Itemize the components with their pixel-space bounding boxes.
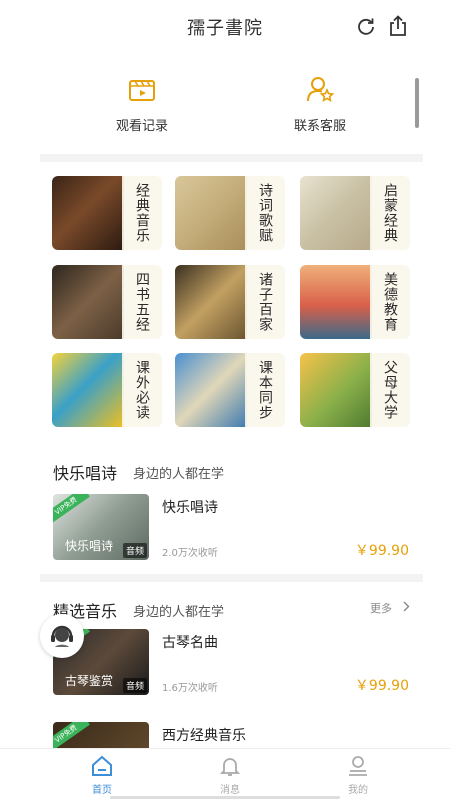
tab-messages[interactable]: 消息	[200, 753, 260, 796]
headset-icon	[51, 625, 73, 647]
category-image	[300, 176, 372, 250]
category-hundred-schools[interactable]: 诸子百家	[175, 265, 285, 339]
category-four-books[interactable]: 四书五经	[52, 265, 162, 339]
category-label: 父母大学	[382, 360, 398, 420]
home-icon	[72, 753, 132, 779]
category-label: 启蒙经典	[382, 183, 398, 243]
course-item[interactable]: VIP免费 西方经典音乐	[53, 722, 413, 748]
listen-count: 2.0万次收听	[162, 548, 218, 559]
course-price: ￥99.90	[354, 678, 409, 694]
category-virtue[interactable]: 美德教育	[300, 265, 410, 339]
chevron-right-icon	[403, 601, 409, 612]
course-title: 古琴名曲	[162, 635, 218, 651]
category-image	[300, 265, 372, 339]
category-grid: 经典音乐 诗词歌赋 启蒙经典 四书五经 诸子百家 美德教育 课外必读 课本同步 …	[52, 176, 410, 428]
category-enlightenment[interactable]: 启蒙经典	[300, 176, 410, 250]
course-thumbnail: VIP免费	[53, 722, 149, 748]
tab-home[interactable]: 首页	[72, 753, 132, 796]
thumbnail-title: 古琴鉴赏	[65, 674, 114, 688]
category-image	[175, 176, 247, 250]
tab-label: 我的	[348, 785, 368, 796]
more-link[interactable]: 更多	[370, 600, 410, 616]
category-extracurricular[interactable]: 课外必读	[52, 353, 162, 427]
category-label: 四书五经	[134, 272, 150, 332]
category-image	[52, 265, 124, 339]
bell-icon	[200, 753, 260, 779]
home-indicator[interactable]	[110, 796, 340, 799]
section-subtitle: 身边的人都在学	[133, 605, 225, 620]
customer-service-button[interactable]: 联系客服	[250, 74, 390, 134]
thumbnail-title: 快乐唱诗	[65, 539, 114, 553]
category-label: 课本同步	[257, 360, 273, 420]
course-price: ￥99.90	[354, 543, 409, 559]
watch-history-label: 观看记录	[115, 119, 168, 134]
category-textbook-sync[interactable]: 课本同步	[175, 353, 285, 427]
user-icon	[328, 753, 388, 779]
category-label: 美德教育	[382, 272, 398, 332]
app-title: 孺子書院	[187, 18, 263, 39]
category-image	[300, 353, 372, 427]
tab-label: 首页	[92, 785, 112, 796]
audio-tag: 音频	[122, 543, 147, 558]
category-image	[175, 265, 247, 339]
category-label: 课外必读	[134, 360, 150, 420]
refresh-icon[interactable]	[354, 14, 378, 38]
bottom-tab-bar: 首页 消息 我的	[0, 748, 450, 800]
category-image	[175, 353, 247, 427]
divider	[40, 574, 423, 582]
section-subtitle: 身边的人都在学	[133, 467, 225, 482]
tab-mine[interactable]: 我的	[328, 753, 388, 796]
watch-history-button[interactable]: 观看记录	[72, 74, 212, 134]
top-bar: 孺子書院	[0, 0, 450, 56]
category-label: 经典音乐	[134, 183, 150, 243]
customer-service-label: 联系客服	[293, 119, 346, 134]
section-title: 快乐唱诗	[53, 464, 118, 483]
course-item[interactable]: VIP免费 古琴鉴赏 音频 古琴名曲 1.6万次收听 ￥99.90	[53, 629, 413, 695]
audio-tag: 音频	[122, 678, 147, 693]
scroll-indicator[interactable]	[415, 78, 419, 128]
vip-badge: VIP免费	[53, 494, 90, 526]
category-label: 诗词歌赋	[257, 183, 273, 243]
category-label: 诸子百家	[257, 272, 273, 332]
floating-support-button[interactable]	[40, 614, 84, 658]
video-playlist-icon	[127, 74, 157, 104]
course-title: 西方经典音乐	[162, 728, 246, 744]
course-item[interactable]: VIP免费 快乐唱诗 音频 快乐唱诗 2.0万次收听 ￥99.90	[53, 494, 413, 560]
listen-count: 1.6万次收听	[162, 683, 218, 694]
course-thumbnail: VIP免费 快乐唱诗 音频	[53, 494, 149, 560]
vip-badge: VIP免费	[53, 722, 90, 748]
quick-actions: 观看记录 联系客服	[0, 68, 450, 148]
tab-label: 消息	[220, 785, 240, 796]
customer-service-icon	[305, 74, 335, 104]
category-image	[52, 353, 124, 427]
category-poetry[interactable]: 诗词歌赋	[175, 176, 285, 250]
divider	[40, 154, 423, 162]
category-classic-music[interactable]: 经典音乐	[52, 176, 162, 250]
course-title: 快乐唱诗	[162, 500, 218, 516]
category-parents-university[interactable]: 父母大学	[300, 353, 410, 427]
more-label: 更多	[370, 602, 392, 615]
share-icon[interactable]	[386, 14, 410, 38]
category-image	[52, 176, 124, 250]
